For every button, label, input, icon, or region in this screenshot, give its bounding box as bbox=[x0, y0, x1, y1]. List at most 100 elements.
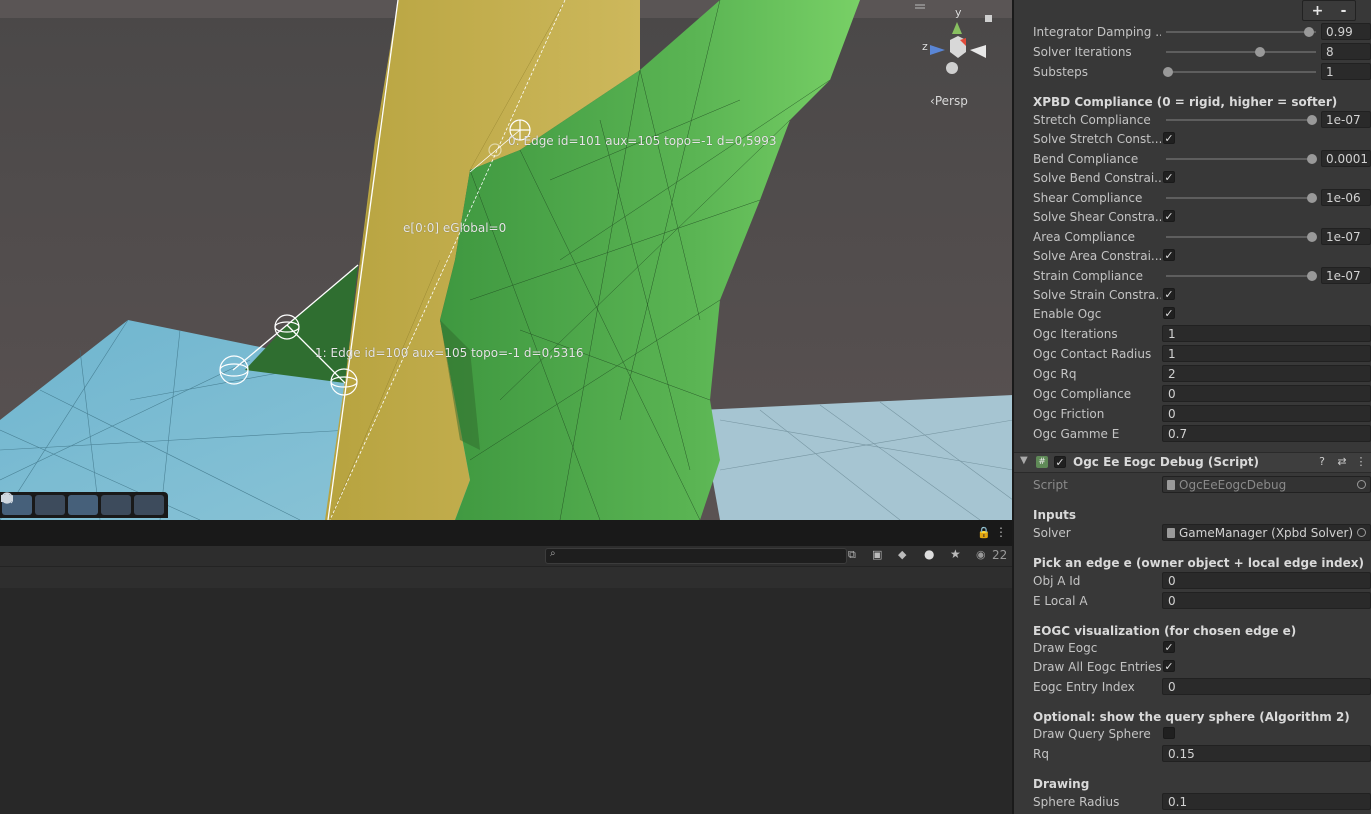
warning-icon[interactable]: ● bbox=[924, 547, 934, 561]
message-count: 22 bbox=[992, 548, 1008, 562]
enable-ogc-checkbox[interactable]: ✓ bbox=[1163, 307, 1175, 319]
e-local-a-field[interactable]: 0 bbox=[1162, 592, 1371, 609]
substeps-row: Substeps 1 bbox=[1014, 63, 1371, 81]
help-icon[interactable]: ? bbox=[1316, 456, 1328, 468]
bend-compliance-knob[interactable] bbox=[1307, 154, 1317, 164]
filter-icon[interactable]: ▣ bbox=[872, 548, 882, 561]
ogc-contact-radius-field[interactable]: 1 bbox=[1162, 345, 1371, 362]
solver-iterations-knob[interactable] bbox=[1255, 47, 1265, 57]
integrator-damping-field[interactable]: 0.99 bbox=[1321, 23, 1371, 40]
stretch-compliance-row: Stretch Compliance 1e-07 bbox=[1014, 111, 1371, 129]
component-enabled-checkbox[interactable]: ✓ bbox=[1054, 456, 1066, 468]
tag-icon[interactable]: ◆ bbox=[898, 548, 906, 561]
strain-compliance-field[interactable]: 1e-07 bbox=[1321, 267, 1371, 284]
script-field: OgcEeEogcDebug bbox=[1162, 476, 1371, 493]
ogc-friction-row: Ogc Friction 0 bbox=[1014, 405, 1371, 423]
obj-a-id-field[interactable]: 0 bbox=[1162, 572, 1371, 589]
solve-stretch-row: Solve Stretch Const... ✓ bbox=[1014, 130, 1371, 148]
area-compliance-knob[interactable] bbox=[1307, 232, 1317, 242]
shear-compliance-slider[interactable] bbox=[1166, 197, 1316, 199]
eogc-header: EOGC visualization (for chosen edge e) bbox=[1033, 624, 1297, 638]
ogc-rq-field[interactable]: 2 bbox=[1162, 365, 1371, 382]
foldout-arrow-icon[interactable]: ▼ bbox=[1020, 455, 1028, 466]
strain-compliance-slider[interactable] bbox=[1166, 275, 1316, 277]
object-picker-icon bbox=[1357, 480, 1366, 489]
solver-iterations-slider[interactable] bbox=[1166, 51, 1316, 53]
area-compliance-slider[interactable] bbox=[1166, 236, 1316, 238]
star-icon[interactable]: ★ bbox=[950, 547, 961, 561]
shear-compliance-label: Shear Compliance bbox=[1033, 191, 1143, 205]
solver-iterations-field[interactable]: 8 bbox=[1321, 43, 1371, 60]
ogc-friction-field[interactable]: 0 bbox=[1162, 405, 1371, 422]
area-compliance-field[interactable]: 1e-07 bbox=[1321, 228, 1371, 245]
integrator-damping-slider[interactable] bbox=[1166, 31, 1316, 33]
edge-0-label: 0: Edge id=101 aux=105 topo=-1 d=0,5993 bbox=[508, 134, 777, 148]
bend-compliance-slider[interactable] bbox=[1166, 158, 1316, 160]
shear-compliance-field[interactable]: 1e-06 bbox=[1321, 189, 1371, 206]
component-header[interactable]: ▼ # ✓ Ogc Ee Eogc Debug (Script) ? ⇄ ⋮ bbox=[1014, 452, 1371, 473]
obj-a-id-row: Obj A Id 0 bbox=[1014, 572, 1371, 590]
script-row: Script OgcEeEogcDebug bbox=[1014, 476, 1371, 494]
console-row[interactable] bbox=[0, 567, 1013, 588]
script-file-icon bbox=[1167, 480, 1175, 490]
bend-compliance-field[interactable]: 0.0001 bbox=[1321, 150, 1371, 167]
obj-a-id-label: Obj A Id bbox=[1033, 574, 1081, 588]
component-menu-icon[interactable]: ⋮ bbox=[1355, 456, 1367, 468]
compass-icon bbox=[1, 492, 13, 504]
ogc-rq-row: Ogc Rq 2 bbox=[1014, 365, 1371, 383]
entry-index-field[interactable]: 0 bbox=[1162, 678, 1371, 695]
draw-eogc-checkbox[interactable]: ✓ bbox=[1163, 641, 1175, 653]
persp-label: Persp bbox=[934, 94, 968, 108]
solver-label: Solver bbox=[1033, 526, 1071, 540]
scene-view[interactable]: 0: Edge id=101 aux=105 topo=-1 d=0,5993 … bbox=[0, 0, 1013, 520]
gizmo-y-label: y bbox=[955, 6, 962, 19]
stretch-compliance-knob[interactable] bbox=[1307, 115, 1317, 125]
integrator-damping-knob[interactable] bbox=[1304, 27, 1314, 37]
draw-all-label: Draw All Eogc Entries bbox=[1033, 660, 1161, 674]
object-picker-icon[interactable] bbox=[1357, 528, 1366, 537]
move-tool-button[interactable] bbox=[2, 493, 98, 515]
ogc-compliance-label: Ogc Compliance bbox=[1033, 387, 1132, 401]
solve-bend-checkbox[interactable]: ✓ bbox=[1163, 171, 1175, 183]
draw-all-checkbox[interactable]: ✓ bbox=[1163, 660, 1175, 672]
substeps-field[interactable]: 1 bbox=[1321, 63, 1371, 80]
clear-filter-icon[interactable]: ⧉ bbox=[848, 548, 856, 562]
console-search-input[interactable]: ⌕ bbox=[545, 548, 847, 564]
solver-field[interactable]: GameManager (Xpbd Solver) bbox=[1162, 524, 1371, 541]
persp-toggle[interactable]: ‹Persp bbox=[930, 94, 968, 108]
presets-icon[interactable]: ⇄ bbox=[1336, 456, 1348, 468]
stretch-compliance-field[interactable]: 1e-07 bbox=[1321, 111, 1371, 128]
sphere-radius-field[interactable]: 0.1 bbox=[1162, 793, 1371, 810]
solve-area-checkbox[interactable]: ✓ bbox=[1163, 249, 1175, 261]
shear-compliance-knob[interactable] bbox=[1307, 193, 1317, 203]
substeps-slider[interactable] bbox=[1166, 71, 1316, 73]
script-icon: # bbox=[1036, 456, 1048, 468]
more-menu-icon[interactable]: ⋮ bbox=[995, 525, 1007, 539]
substeps-knob[interactable] bbox=[1163, 67, 1173, 77]
visibility-icon[interactable]: ◉ bbox=[976, 548, 986, 561]
compass-tool-button[interactable] bbox=[1, 492, 164, 515]
solve-strain-row: Solve Strain Constra... ✓ bbox=[1014, 286, 1371, 304]
draw-query-checkbox[interactable] bbox=[1163, 727, 1175, 739]
solve-strain-label: Solve Strain Constra... bbox=[1033, 288, 1161, 302]
zoom-tool-button[interactable] bbox=[1, 492, 65, 515]
add-button[interactable]: + bbox=[1312, 3, 1324, 19]
solve-stretch-checkbox[interactable]: ✓ bbox=[1163, 132, 1175, 144]
integrator-damping-row: Integrator Damping ... 0.99 bbox=[1014, 23, 1371, 41]
ogc-gamme-e-field[interactable]: 0.7 bbox=[1162, 425, 1371, 442]
edge-center-label: e[0:0] eGlobal=0 bbox=[403, 221, 507, 235]
strain-compliance-knob[interactable] bbox=[1307, 271, 1317, 281]
ogc-iterations-field[interactable]: 1 bbox=[1162, 325, 1371, 342]
pick-edge-header: Pick an edge e (owner object + local edg… bbox=[1033, 556, 1364, 570]
camera-tool-button[interactable] bbox=[1, 495, 131, 515]
stretch-compliance-slider[interactable] bbox=[1166, 119, 1316, 121]
ogc-compliance-field[interactable]: 0 bbox=[1162, 385, 1371, 402]
solve-strain-checkbox[interactable]: ✓ bbox=[1163, 288, 1175, 300]
console-body[interactable] bbox=[0, 588, 1013, 814]
solver-row: Solver GameManager (Xpbd Solver) bbox=[1014, 524, 1371, 542]
remove-button[interactable]: - bbox=[1341, 3, 1347, 19]
rq-field[interactable]: 0.15 bbox=[1162, 745, 1371, 762]
solve-shear-checkbox[interactable]: ✓ bbox=[1163, 210, 1175, 222]
lock-icon[interactable]: 🔒 bbox=[977, 526, 991, 539]
solve-stretch-label: Solve Stretch Const... bbox=[1033, 132, 1161, 146]
